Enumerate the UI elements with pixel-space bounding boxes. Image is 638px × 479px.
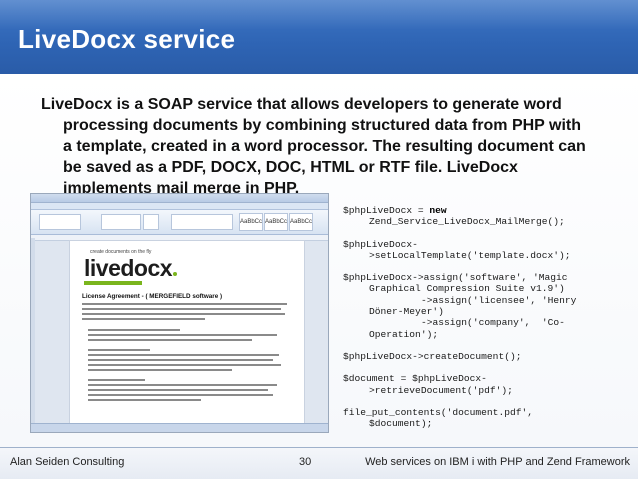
code-block-4: $phpLiveDocx->createDocument(); xyxy=(343,351,628,362)
code-line: $phpLiveDocx- xyxy=(343,238,418,250)
style-box-3: AaBbCc xyxy=(289,213,313,231)
footer-presentation-title: Web services on IBM i with PHP and Zend … xyxy=(365,456,630,468)
word-titlebar xyxy=(31,194,328,203)
style-box-1: AaBbCc xyxy=(239,213,263,231)
ribbon-font-box xyxy=(101,214,141,230)
code-line: ->assign('licensee', 'Henry xyxy=(421,294,577,306)
code-block-1: $phpLiveDocx = new Zend_Service_LiveDocx… xyxy=(343,205,628,228)
ribbon-size-box xyxy=(143,214,159,230)
code-line: >setLocalTemplate('template.docx'); xyxy=(369,249,571,261)
ribbon-paragraph-box xyxy=(171,214,233,230)
title-bar: LiveDocx service xyxy=(0,0,638,74)
code-keyword-new: new xyxy=(429,205,447,216)
word-page: create documents on the fly livedocx Lic… xyxy=(69,240,305,432)
logo-text: livedocx xyxy=(84,255,173,281)
style-box-2: AaBbCc xyxy=(264,213,288,231)
code-block-6: file_put_contents('document.pdf', $docum… xyxy=(343,407,628,430)
code-line: >retrieveDocument('pdf'); xyxy=(369,384,513,396)
document-text-lines xyxy=(82,303,287,404)
code-line: $document = $phpLiveDocx- xyxy=(343,373,487,385)
code-line: $phpLiveDocx = new xyxy=(343,205,447,216)
footer-page-number: 30 xyxy=(299,456,312,468)
code-line: $phpLiveDocx->assign('software', 'Magic xyxy=(343,272,568,284)
code-sample: $phpLiveDocx = new Zend_Service_LiveDocx… xyxy=(343,205,628,440)
livedocx-logo: livedocx xyxy=(84,255,178,282)
code-line: Zend_Service_LiveDocx_MailMerge(); xyxy=(369,216,565,228)
code-line: ->assign('company', 'Co- xyxy=(421,317,565,329)
code-block-2: $phpLiveDocx- >setLocalTemplate('templat… xyxy=(343,239,628,262)
bullet-continuation: processing documents by combining struct… xyxy=(63,117,586,197)
bullet-line-1: LiveDocx is a SOAP service that allows d… xyxy=(41,96,562,113)
license-heading: License Agreement - ( MERGEFIELD softwar… xyxy=(82,293,223,300)
code-line: Graphical Compression Suite v1.9') xyxy=(369,283,565,295)
footer-author: Alan Seiden Consulting xyxy=(10,456,125,468)
word-screenshot: AaBbCc AaBbCc AaBbCc create documents on… xyxy=(30,193,329,433)
slide-title: LiveDocx service xyxy=(18,24,236,54)
code-line: Operation'); xyxy=(369,328,439,340)
word-ribbon-tabs xyxy=(31,203,328,210)
logo-dot xyxy=(173,272,178,276)
code-block-5: $document = $phpLiveDocx- >retrieveDocum… xyxy=(343,373,628,396)
code-line: $phpLiveDocx->createDocument(); xyxy=(343,350,522,362)
code-block-3: $phpLiveDocx->assign('software', 'Magic … xyxy=(343,272,628,340)
logo-underline xyxy=(84,281,142,285)
word-statusbar xyxy=(31,423,328,432)
word-ribbon: AaBbCc AaBbCc AaBbCc xyxy=(31,210,328,235)
code-line: Döner-Meyer') xyxy=(369,306,444,318)
code-line: file_put_contents('document.pdf', xyxy=(343,406,533,418)
word-left-margin xyxy=(31,238,35,424)
bullet-text: LiveDocx is a SOAP service that allows d… xyxy=(41,94,586,199)
code-line: $document); xyxy=(369,418,433,430)
ribbon-paste-group xyxy=(39,214,81,230)
